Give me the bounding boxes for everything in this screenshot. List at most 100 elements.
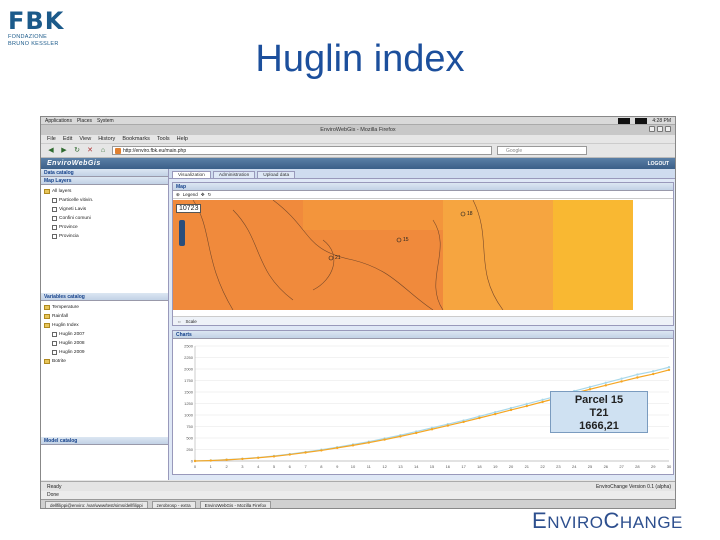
y-tick-label: 0 <box>191 459 194 464</box>
variable-item[interactable]: Temperature <box>44 303 168 312</box>
stop-icon[interactable]: ✕ <box>86 147 94 155</box>
map-value-badge: 10723 <box>176 204 202 213</box>
fbk-logo-mark: FBK <box>8 7 65 35</box>
variable-item[interactable]: Botrite <box>44 357 168 366</box>
series-point-0 <box>588 385 592 389</box>
x-tick-label: 4 <box>257 464 260 469</box>
taskbar-item-extra[interactable]: zerobrosp - extra <box>151 501 196 508</box>
zoom-slider[interactable] <box>179 220 185 246</box>
checkbox[interactable] <box>52 216 57 221</box>
map-layers-header[interactable]: Map Layers <box>41 177 168 185</box>
series-point-0 <box>652 370 655 373</box>
series-point-0 <box>541 398 544 402</box>
forward-icon[interactable]: ▶ <box>60 147 68 155</box>
menu-edit[interactable]: Edit <box>63 136 72 142</box>
folder-icon[interactable] <box>44 323 50 328</box>
layer-item[interactable]: Vigneti Lavis <box>44 205 168 214</box>
folder-icon[interactable] <box>44 305 50 310</box>
tab-upload-data[interactable]: Upload data <box>257 171 296 178</box>
x-tick-label: 9 <box>336 464 339 469</box>
x-tick-label: 14 <box>414 464 419 469</box>
url-input[interactable]: http://enviro.fbk.eu/main.php <box>112 146 492 155</box>
map-point-label-21: 21 <box>335 255 341 261</box>
map-point-label-15: 15 <box>403 237 409 243</box>
minimize-button[interactable] <box>649 126 655 132</box>
tab-administration[interactable]: Administration <box>212 171 256 178</box>
data-catalog-header[interactable]: Data catalog <box>41 169 168 177</box>
series-point-1 <box>446 424 449 427</box>
x-tick-label: 16 <box>446 464 451 469</box>
checkbox[interactable] <box>52 332 57 337</box>
variable-item[interactable]: Huglin 2007 <box>44 330 168 339</box>
series-point-1 <box>430 428 434 431</box>
logout-button[interactable]: LOGOUT <box>648 161 669 167</box>
menu-help[interactable]: Help <box>177 136 188 142</box>
home-icon[interactable]: ⌂ <box>99 147 107 155</box>
back-icon[interactable]: ◀ <box>47 147 55 155</box>
maximize-button[interactable] <box>657 126 663 132</box>
menu-tools[interactable]: Tools <box>157 136 170 142</box>
series-point-1 <box>241 457 244 461</box>
logo-part: NVIRO <box>547 513 604 532</box>
series-point-1 <box>399 435 402 438</box>
taskbar-item-terminal[interactable]: dellfilippi@enviro: /var/www/test/sims/d… <box>45 501 148 508</box>
map-zone-mid <box>443 200 553 310</box>
menu-history[interactable]: History <box>98 136 115 142</box>
layer-item[interactable]: All layers <box>44 187 168 196</box>
checkbox[interactable] <box>52 207 57 212</box>
variable-label: Huglin Index <box>52 323 79 328</box>
checkbox[interactable] <box>52 198 57 203</box>
menu-view[interactable]: View <box>79 136 91 142</box>
model-catalog-header[interactable]: Model catalog <box>41 437 168 445</box>
reload-icon[interactable]: ↻ <box>73 147 81 155</box>
layer-label: Confini comuni <box>59 216 91 221</box>
layer-item[interactable]: Particelle vitivin. <box>44 196 168 205</box>
search-input[interactable]: Google <box>497 146 587 155</box>
pan-icon[interactable]: ✥ <box>201 192 205 198</box>
map-canvas[interactable]: 18 15 21 10723 <box>173 200 673 310</box>
menu-bookmarks[interactable]: Bookmarks <box>122 136 150 142</box>
variable-item[interactable]: Huglin 2009 <box>44 348 168 357</box>
x-tick-label: 17 <box>461 464 466 469</box>
desktop-menu-applications[interactable]: Applications <box>45 118 72 124</box>
zoom-icon[interactable]: ⊕ <box>176 192 180 198</box>
legend-button[interactable]: Legend <box>183 192 198 197</box>
folder-icon[interactable] <box>44 189 50 194</box>
taskbar-item-firefox[interactable]: EnviroWebGis - Mozilla Firefox <box>199 501 272 508</box>
series-point-1 <box>304 451 307 454</box>
close-button[interactable] <box>665 126 671 132</box>
browser-status: Done <box>41 491 675 499</box>
variable-item[interactable]: Rainfall <box>44 312 168 321</box>
variable-item[interactable]: Huglin 2008 <box>44 339 168 348</box>
desktop-menu-system[interactable]: System <box>97 118 114 124</box>
layer-item[interactable]: Province <box>44 223 168 232</box>
series-point-1 <box>525 404 528 408</box>
url-text: http://enviro.fbk.eu/main.php <box>123 148 187 154</box>
layer-tree: All layers Particelle vitivin. Vigneti Lav… <box>41 185 168 293</box>
series-point-0 <box>525 402 528 406</box>
x-tick-label: 27 <box>619 464 624 469</box>
checkbox[interactable] <box>52 225 57 230</box>
map-raster: 18 15 21 <box>173 200 633 310</box>
layer-item[interactable]: Confini comuni <box>44 214 168 223</box>
folder-icon[interactable] <box>44 314 50 319</box>
map-point-label-18: 18 <box>467 211 473 217</box>
layer-item[interactable]: Provincia <box>44 232 168 241</box>
variables-catalog-header[interactable]: Variables catalog <box>41 293 168 301</box>
app-logo: EnviroWebGis <box>47 160 101 167</box>
clock: 4:28 PM <box>652 117 671 124</box>
menu-file[interactable]: File <box>47 136 56 142</box>
refresh-icon[interactable]: ↻ <box>208 192 212 198</box>
map-zone-east <box>553 200 633 310</box>
folder-icon[interactable] <box>44 359 50 364</box>
checkbox[interactable] <box>52 350 57 355</box>
checkbox[interactable] <box>52 234 57 239</box>
desktop-menu-places[interactable]: Places <box>77 118 92 124</box>
x-tick-label: 3 <box>241 464 244 469</box>
checkbox[interactable] <box>52 341 57 346</box>
variable-item[interactable]: Huglin Index <box>44 321 168 330</box>
series-point-1 <box>462 420 465 424</box>
tab-visualization[interactable]: Visualization <box>172 171 211 178</box>
map-scale-bar: ⇔ Scale <box>173 316 673 325</box>
map-zone-strip <box>303 200 443 230</box>
